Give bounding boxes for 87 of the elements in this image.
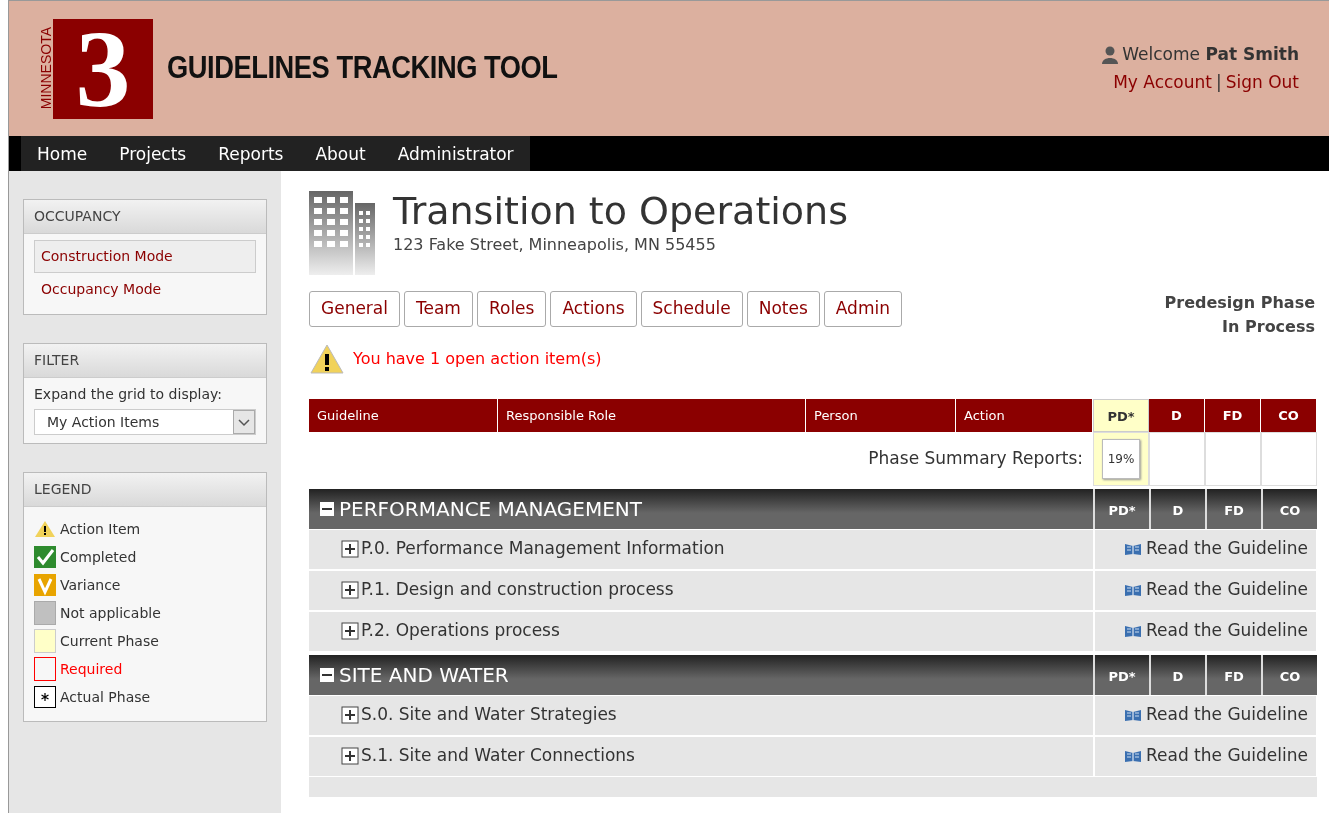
report-cell — [1261, 431, 1317, 486]
book-icon — [1123, 542, 1142, 556]
collapse-icon[interactable] — [319, 500, 335, 517]
nav-link[interactable]: About — [299, 136, 382, 171]
nav-link[interactable]: Projects — [103, 136, 203, 171]
nav-link[interactable]: Reports — [202, 136, 300, 171]
alert-message: You have 1 open action item(s) — [353, 347, 602, 370]
column-header: Guideline — [309, 398, 498, 432]
section-title: PERFORMANCE MANAGEMENT — [339, 495, 643, 523]
tab-button[interactable]: Notes — [746, 291, 820, 327]
nav-link[interactable]: Administrator — [381, 136, 530, 171]
filter-label: Expand the grid to display: — [34, 385, 223, 404]
phase-header: D — [1149, 654, 1205, 695]
legend-label: Required — [60, 659, 123, 679]
book-icon — [1123, 624, 1142, 638]
panel-heading: FILTER — [24, 344, 266, 378]
building-icon — [309, 191, 377, 275]
phase-header: FD — [1205, 488, 1261, 529]
legend-label: Actual Phase — [60, 687, 151, 707]
warning-icon — [309, 342, 345, 375]
book-icon — [1123, 749, 1142, 763]
phase-header: D — [1149, 488, 1205, 529]
panel-heading: LEGEND — [24, 473, 266, 507]
page-title: Transition to Operations — [393, 191, 848, 233]
mode-option[interactable]: Construction Mode — [34, 240, 256, 273]
legend-label: Completed — [60, 547, 137, 567]
column-header: Action — [956, 398, 1093, 432]
welcome-text: Welcome Pat Smith — [1122, 43, 1299, 67]
tab-button[interactable]: Schedule — [640, 291, 743, 327]
phase-header: CO — [1261, 488, 1317, 529]
expand-icon[interactable] — [341, 540, 359, 558]
legend-label: Current Phase — [60, 631, 159, 651]
legend-label: Not applicable — [60, 603, 161, 623]
not-applicable-swatch — [34, 601, 56, 625]
app-title: GUIDELINES TRACKING TOOL — [167, 49, 558, 88]
link-separator: | — [1215, 71, 1222, 92]
book-icon — [1123, 708, 1142, 722]
phase-status: In Process — [1221, 316, 1315, 338]
phase-header: FD — [1205, 398, 1261, 432]
report-cell — [1205, 431, 1261, 486]
tab-button[interactable]: Admin — [823, 291, 902, 327]
phase-header: CO — [1261, 654, 1317, 695]
account-link[interactable]: My Account — [1113, 71, 1212, 92]
expand-icon[interactable] — [341, 622, 359, 640]
phase-header: CO — [1261, 398, 1317, 432]
collapse-icon[interactable] — [319, 666, 335, 683]
logo-mark: 3 — [53, 18, 153, 119]
variance-icon — [34, 573, 56, 597]
summary-label: Phase Summary Reports: — [867, 446, 1084, 470]
phase-header: PD* — [1093, 398, 1149, 432]
guideline-title: S.1. Site and Water Connections — [361, 744, 635, 768]
mode-option[interactable]: Occupancy Mode — [34, 273, 256, 306]
asterisk-icon — [34, 685, 56, 709]
column-header: Responsible Role — [498, 398, 806, 432]
phase-header: FD — [1205, 654, 1261, 695]
expand-icon[interactable] — [341, 747, 359, 765]
phase-header: PD* — [1093, 488, 1149, 529]
legend-label: Variance — [60, 575, 121, 595]
current-phase-swatch — [34, 629, 56, 653]
legend-label: Action Item — [60, 519, 141, 539]
user-icon — [1102, 45, 1119, 64]
section-title: SITE AND WATER — [339, 661, 509, 689]
tab-button[interactable]: General — [309, 291, 400, 327]
address-text: 123 Fake Street, Minneapolis, MN 55455 — [393, 233, 717, 256]
display-dropdown[interactable]: My Action Items — [34, 409, 256, 435]
tab-button[interactable]: Team — [404, 291, 473, 327]
account-link[interactable]: Sign Out — [1225, 71, 1299, 92]
phase-header: D — [1149, 398, 1205, 432]
check-icon — [34, 545, 56, 569]
guideline-title: P.1. Design and construction process — [361, 578, 674, 602]
tab-button[interactable]: Actions — [550, 291, 637, 327]
guideline-title: P.2. Operations process — [361, 619, 560, 643]
expand-icon[interactable] — [341, 581, 359, 599]
guideline-title: S.0. Site and Water Strategies — [361, 703, 617, 727]
phase-header: PD* — [1093, 654, 1149, 695]
guideline-title: P.0. Performance Management Information — [361, 537, 725, 561]
nav-link[interactable]: Home — [21, 136, 104, 171]
panel-heading: OCCUPANCY — [24, 200, 266, 234]
column-header: Person — [806, 398, 956, 432]
caret-icon — [233, 410, 255, 434]
required-swatch — [34, 657, 56, 681]
report-document[interactable]: 19% — [1102, 438, 1140, 479]
tab-button[interactable]: Roles — [476, 291, 547, 327]
expand-icon[interactable] — [341, 706, 359, 724]
logo-side-text: MINNESOTA — [39, 27, 53, 110]
phase-name: Predesign Phase — [1164, 292, 1315, 314]
book-icon — [1123, 583, 1142, 597]
